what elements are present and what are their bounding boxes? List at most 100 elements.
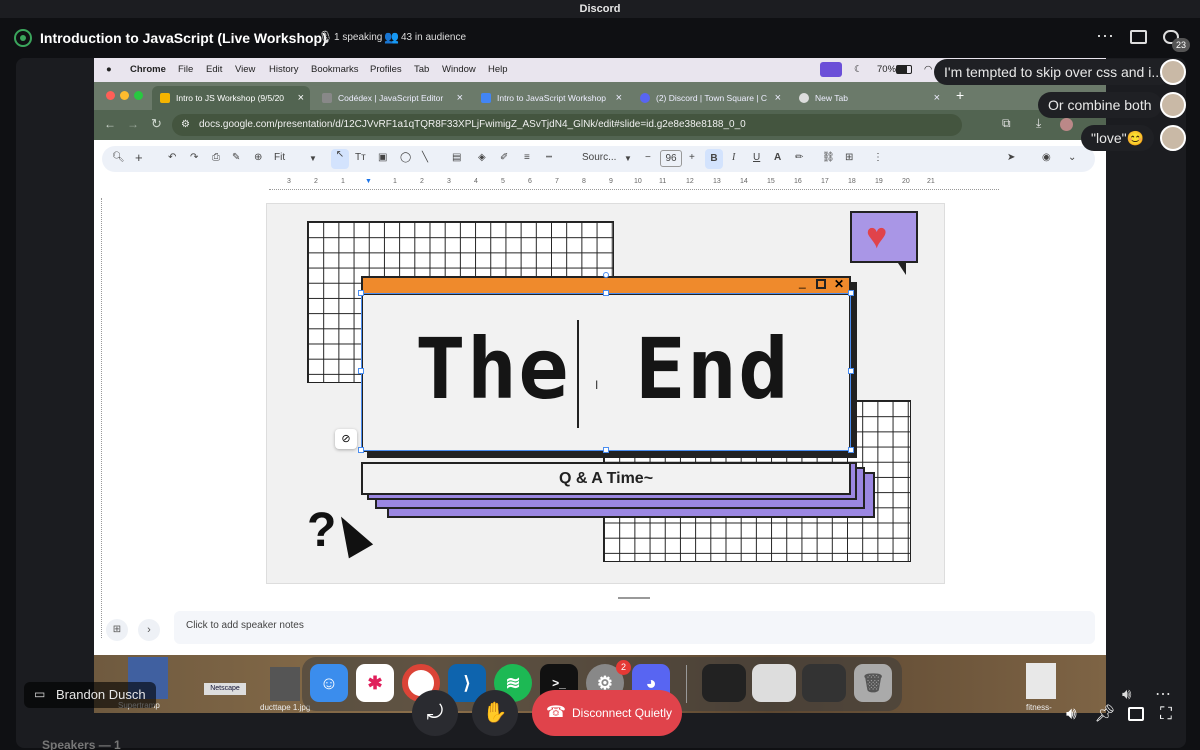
profile-avatar[interactable]: [1060, 118, 1073, 131]
border-weight-icon[interactable]: ≡: [524, 152, 530, 163]
new-tab-button[interactable]: +: [956, 87, 964, 103]
border-color-icon[interactable]: ✐: [500, 152, 508, 163]
fullscreen-icon[interactable]: ⛶: [1160, 704, 1172, 724]
pointer-mode-icon[interactable]: ➤: [1007, 152, 1015, 163]
bold-button[interactable]: B: [705, 149, 723, 169]
slack-icon[interactable]: ✱: [356, 664, 394, 702]
selection-handle[interactable]: [358, 290, 364, 296]
text-box-icon[interactable]: Tт: [355, 152, 366, 163]
user-avatar[interactable]: [1160, 125, 1186, 151]
selection-handle[interactable]: [603, 447, 609, 453]
close-tab-icon[interactable]: ×: [616, 86, 622, 110]
collapse-icon[interactable]: ⌄: [1068, 152, 1076, 163]
volume-icon[interactable]: 🔊︎: [1066, 704, 1077, 724]
url-field[interactable]: ⚙ docs.google.com/presentation/d/12CJVvR…: [172, 114, 962, 136]
more-options-icon[interactable]: ⋯: [1096, 26, 1114, 47]
print-icon[interactable]: ⎙: [212, 152, 220, 163]
forward-icon[interactable]: →: [127, 117, 139, 131]
fill-color-icon[interactable]: ◈: [478, 152, 486, 163]
menu-edit[interactable]: Edit: [206, 64, 222, 75]
paint-format-icon[interactable]: ✎: [232, 152, 240, 163]
window-thumbnail[interactable]: [702, 664, 746, 702]
close-tab-icon[interactable]: ×: [298, 86, 304, 110]
extensions-icon[interactable]: ⧉: [1002, 116, 1011, 131]
menu-view[interactable]: View: [235, 64, 255, 75]
user-avatar[interactable]: [1160, 92, 1186, 118]
disconnect-button[interactable]: ☎ Disconnect Quietly: [532, 690, 682, 736]
browser-tab-intro-doc[interactable]: Intro to JavaScript Workshop ×: [473, 86, 628, 110]
close-tab-icon[interactable]: ×: [457, 86, 463, 110]
window-zoom-button[interactable]: [134, 91, 143, 100]
menu-bookmarks[interactable]: Bookmarks: [311, 64, 359, 75]
record-icon[interactable]: ◉: [1042, 152, 1051, 163]
selection-handle[interactable]: [848, 368, 854, 374]
italic-button[interactable]: I: [732, 152, 735, 163]
selection-handle[interactable]: [848, 447, 854, 453]
pin-icon[interactable]: 📌︎: [1094, 704, 1116, 724]
selection-handle[interactable]: [358, 368, 364, 374]
highlight-icon[interactable]: ✏: [795, 152, 803, 163]
close-tab-icon[interactable]: ×: [775, 86, 781, 110]
volume-icon[interactable]: 🔊︎: [1122, 686, 1131, 703]
line-icon[interactable]: ╲: [422, 152, 428, 163]
underline-button[interactable]: U: [753, 152, 760, 163]
close-tab-icon[interactable]: ×: [934, 86, 940, 110]
menu-help[interactable]: Help: [488, 64, 508, 75]
back-icon[interactable]: ←: [104, 117, 116, 131]
image-icon[interactable]: ▣: [378, 152, 387, 163]
new-slide-icon[interactable]: +: [135, 150, 143, 165]
popout-icon[interactable]: [1130, 30, 1147, 44]
window-minimize-button[interactable]: [120, 91, 129, 100]
popout-icon[interactable]: [1128, 707, 1144, 721]
browser-tab-intro-js-workshop[interactable]: Intro to JS Workshop (9/5/20 ×: [152, 86, 310, 110]
expand-filmstrip-button[interactable]: ›: [138, 619, 160, 641]
resize-handle[interactable]: [618, 597, 650, 599]
menu-window[interactable]: Window: [442, 64, 476, 75]
accessibility-chip-icon[interactable]: ⊘: [335, 429, 357, 449]
border-dash-icon[interactable]: ┅: [546, 152, 552, 163]
redo-icon[interactable]: ↷: [190, 152, 198, 163]
zoom-select[interactable]: Fit: [274, 152, 285, 163]
desktop-file-fitness[interactable]: [1026, 663, 1056, 699]
desktop-file-netscape[interactable]: Netscape: [204, 683, 246, 695]
desktop-file-ducttape[interactable]: [270, 667, 300, 701]
window-thumbnail[interactable]: [752, 664, 796, 702]
window-close-button[interactable]: [106, 91, 115, 100]
select-tool-icon[interactable]: ↖: [331, 149, 349, 169]
speaker-notes[interactable]: Click to add speaker notes: [174, 611, 1095, 644]
comment-icon[interactable]: ▤: [452, 152, 461, 163]
more-options-icon[interactable]: ⋯: [1155, 684, 1171, 704]
chevron-down-icon[interactable]: ▼: [309, 154, 317, 163]
finder-icon[interactable]: ☺: [310, 664, 348, 702]
more-icon[interactable]: ⋮: [873, 152, 883, 163]
decrease-size-icon[interactable]: −: [645, 152, 651, 163]
subtitle-box[interactable]: Q & A Time~: [361, 462, 851, 495]
font-select[interactable]: Sourc...: [582, 152, 616, 163]
raise-hand-button[interactable]: ✋: [472, 690, 518, 736]
font-size-field[interactable]: 96: [660, 150, 682, 167]
menu-file[interactable]: File: [178, 64, 193, 75]
text-color-icon[interactable]: A: [774, 152, 781, 163]
reload-icon[interactable]: ↻: [151, 116, 162, 132]
trash-icon[interactable]: 🗑: [854, 664, 892, 702]
grid-view-button[interactable]: ⊞: [106, 619, 128, 641]
rotate-handle[interactable]: [603, 272, 609, 278]
download-icon[interactable]: ⤓: [1036, 116, 1041, 131]
browser-tab-codedex[interactable]: Codédex | JavaScript Editor ×: [314, 86, 469, 110]
increase-size-icon[interactable]: +: [689, 152, 695, 163]
undo-icon[interactable]: ↶: [168, 152, 176, 163]
selection-handle[interactable]: [848, 290, 854, 296]
search-menus-icon[interactable]: 🔍︎: [112, 152, 125, 163]
move-to-audience-button[interactable]: ⤾: [412, 690, 458, 736]
insert-comment-icon[interactable]: ⊞: [845, 152, 853, 163]
browser-tab-discord[interactable]: (2) Discord | Town Square | C ×: [632, 86, 787, 110]
browser-tab-new[interactable]: New Tab ×: [791, 86, 946, 110]
menu-profiles[interactable]: Profiles: [370, 64, 402, 75]
window-thumbnail[interactable]: [802, 664, 846, 702]
selection-handle[interactable]: [603, 290, 609, 296]
menu-history[interactable]: History: [269, 64, 299, 75]
selection-handle[interactable]: [358, 447, 364, 453]
link-icon[interactable]: ⛓: [822, 152, 835, 163]
chevron-down-icon[interactable]: ▼: [624, 154, 632, 163]
user-avatar[interactable]: [1160, 59, 1186, 85]
